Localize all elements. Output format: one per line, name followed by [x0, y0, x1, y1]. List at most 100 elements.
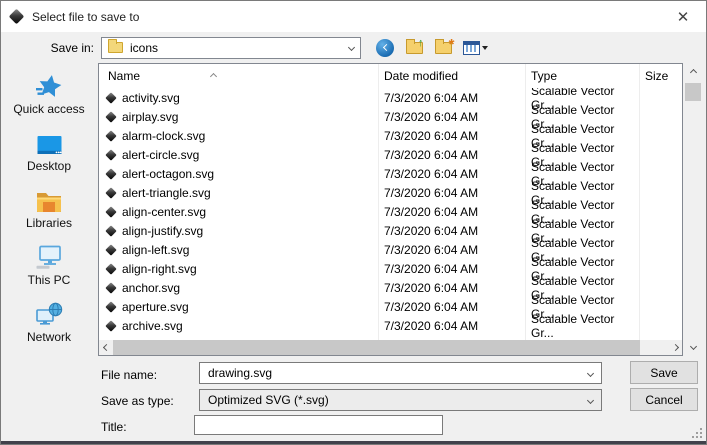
title-input[interactable] — [194, 415, 443, 435]
libraries-folder-icon — [35, 186, 63, 213]
file-name-combobox[interactable]: drawing.svg — [199, 362, 602, 384]
chevron-down-icon — [587, 369, 594, 376]
places-sidebar: Quick access Desktop Librar — [1, 65, 97, 357]
scroll-down-icon[interactable] — [685, 339, 701, 354]
this-pc-icon — [35, 243, 63, 270]
inkscape-file-icon — [105, 320, 116, 331]
file-name-cell: alert-circle.svg — [99, 148, 378, 162]
inkscape-file-icon — [105, 225, 116, 236]
inkscape-file-icon — [105, 263, 116, 274]
vertical-scrollbar-thumb[interactable] — [685, 83, 701, 101]
file-name-text: align-left.svg — [122, 243, 189, 257]
inkscape-file-icon — [105, 206, 116, 217]
save-as-type-label: Save as type: — [101, 394, 174, 408]
inkscape-logo-icon — [9, 9, 25, 25]
save-as-type-value: Optimized SVG (*.svg) — [208, 393, 329, 407]
sidebar-item-label: This PC — [28, 273, 71, 287]
file-name-text: aperture.svg — [122, 300, 189, 314]
file-date-cell: 7/3/2020 6:04 AM — [378, 300, 525, 314]
inkscape-file-icon — [105, 301, 116, 312]
column-header-type[interactable]: Type — [525, 69, 639, 83]
file-date-cell: 7/3/2020 6:04 AM — [378, 129, 525, 143]
titlebar[interactable]: Select file to save to ✕ — [1, 1, 706, 32]
view-menu-icon — [463, 41, 480, 55]
file-name-text: activity.svg — [122, 91, 180, 105]
file-name-cell: alarm-clock.svg — [99, 129, 378, 143]
file-date-cell: 7/3/2020 6:04 AM — [378, 91, 525, 105]
back-button[interactable] — [375, 38, 395, 58]
scroll-left-icon[interactable] — [99, 340, 113, 355]
vertical-scrollbar[interactable] — [685, 63, 701, 356]
file-name-cell: aperture.svg — [99, 300, 378, 314]
file-date-cell: 7/3/2020 6:04 AM — [378, 319, 525, 333]
file-name-text: alert-octagon.svg — [122, 167, 214, 181]
inkscape-file-icon — [105, 149, 116, 160]
folder-icon — [108, 42, 123, 53]
sidebar-item-quick-access[interactable]: Quick access — [1, 72, 97, 116]
horizontal-scrollbar-thumb[interactable] — [113, 340, 640, 355]
sidebar-item-desktop[interactable]: Desktop — [1, 129, 97, 173]
inkscape-file-icon — [105, 168, 116, 179]
file-date-cell: 7/3/2020 6:04 AM — [378, 224, 525, 238]
view-menu-button[interactable] — [462, 38, 488, 58]
sort-ascending-icon — [211, 68, 216, 82]
title-label: Title: — [101, 420, 127, 434]
sidebar-item-label: Libraries — [26, 216, 72, 230]
up-one-level-button[interactable]: ↑ — [404, 38, 424, 58]
new-folder-icon: * — [435, 42, 452, 54]
file-date-cell: 7/3/2020 6:04 AM — [378, 167, 525, 181]
file-name-cell: align-center.svg — [99, 205, 378, 219]
sidebar-item-this-pc[interactable]: This PC — [1, 243, 97, 287]
save-dialog-window: Select file to save to ✕ Save in: icons … — [0, 0, 707, 445]
file-name-value: drawing.svg — [208, 366, 272, 380]
column-header-date-modified[interactable]: Date modified — [378, 69, 525, 83]
sidebar-item-libraries[interactable]: Libraries — [1, 186, 97, 230]
scroll-right-icon[interactable] — [668, 340, 682, 355]
file-name-text: align-center.svg — [122, 205, 206, 219]
file-name-text: anchor.svg — [122, 281, 180, 295]
scroll-up-icon[interactable] — [685, 65, 701, 80]
file-date-cell: 7/3/2020 6:04 AM — [378, 186, 525, 200]
file-date-cell: 7/3/2020 6:04 AM — [378, 281, 525, 295]
inkscape-file-icon — [105, 282, 116, 293]
save-as-type-combobox[interactable]: Optimized SVG (*.svg) — [199, 389, 602, 411]
folder-up-icon: ↑ — [406, 42, 423, 54]
file-name-cell: archive.svg — [99, 319, 378, 333]
toolbar-buttons: ↑ * — [375, 38, 488, 58]
file-name-text: airplay.svg — [122, 110, 178, 124]
column-header-size[interactable]: Size — [639, 69, 668, 83]
quick-access-star-icon — [36, 72, 63, 99]
file-rows: activity.svg 7/3/2020 6:04 AM Scalable V… — [99, 88, 682, 340]
sidebar-item-label: Network — [27, 330, 71, 344]
file-name-text: alert-circle.svg — [122, 148, 199, 162]
save-in-toolbar: Save in: icons ↑ * — [1, 32, 706, 63]
file-name-cell: anchor.svg — [99, 281, 378, 295]
file-name-cell: activity.svg — [99, 91, 378, 105]
sidebar-item-network[interactable]: Network — [1, 300, 97, 344]
inkscape-file-icon — [105, 92, 116, 103]
inkscape-file-icon — [105, 130, 116, 141]
cancel-button[interactable]: Cancel — [630, 388, 698, 411]
list-header: Name Date modified Type Size — [99, 64, 682, 87]
sidebar-item-label: Quick access — [13, 102, 84, 116]
horizontal-scrollbar[interactable] — [99, 340, 682, 355]
file-name-label: File name: — [101, 368, 157, 382]
chevron-down-icon — [482, 46, 488, 50]
column-header-name[interactable]: Name — [99, 69, 378, 83]
save-in-combobox[interactable]: icons — [101, 37, 361, 59]
file-date-cell: 7/3/2020 6:04 AM — [378, 243, 525, 257]
close-button[interactable]: ✕ — [660, 1, 706, 32]
file-name-text: archive.svg — [122, 319, 183, 333]
chevron-down-icon — [587, 396, 594, 403]
file-date-cell: 7/3/2020 6:04 AM — [378, 110, 525, 124]
file-date-cell: 7/3/2020 6:04 AM — [378, 205, 525, 219]
file-type-cell: Scalable Vector Gr... — [525, 312, 639, 340]
save-button[interactable]: Save — [630, 361, 698, 384]
file-name-cell: align-justify.svg — [99, 224, 378, 238]
window-title: Select file to save to — [32, 10, 139, 24]
resize-grip[interactable] — [692, 428, 702, 438]
file-row[interactable]: archive.svg 7/3/2020 6:04 AM Scalable Ve… — [99, 316, 682, 335]
new-folder-button[interactable]: * — [433, 38, 453, 58]
file-name-cell: airplay.svg — [99, 110, 378, 124]
network-globe-icon — [35, 300, 63, 327]
